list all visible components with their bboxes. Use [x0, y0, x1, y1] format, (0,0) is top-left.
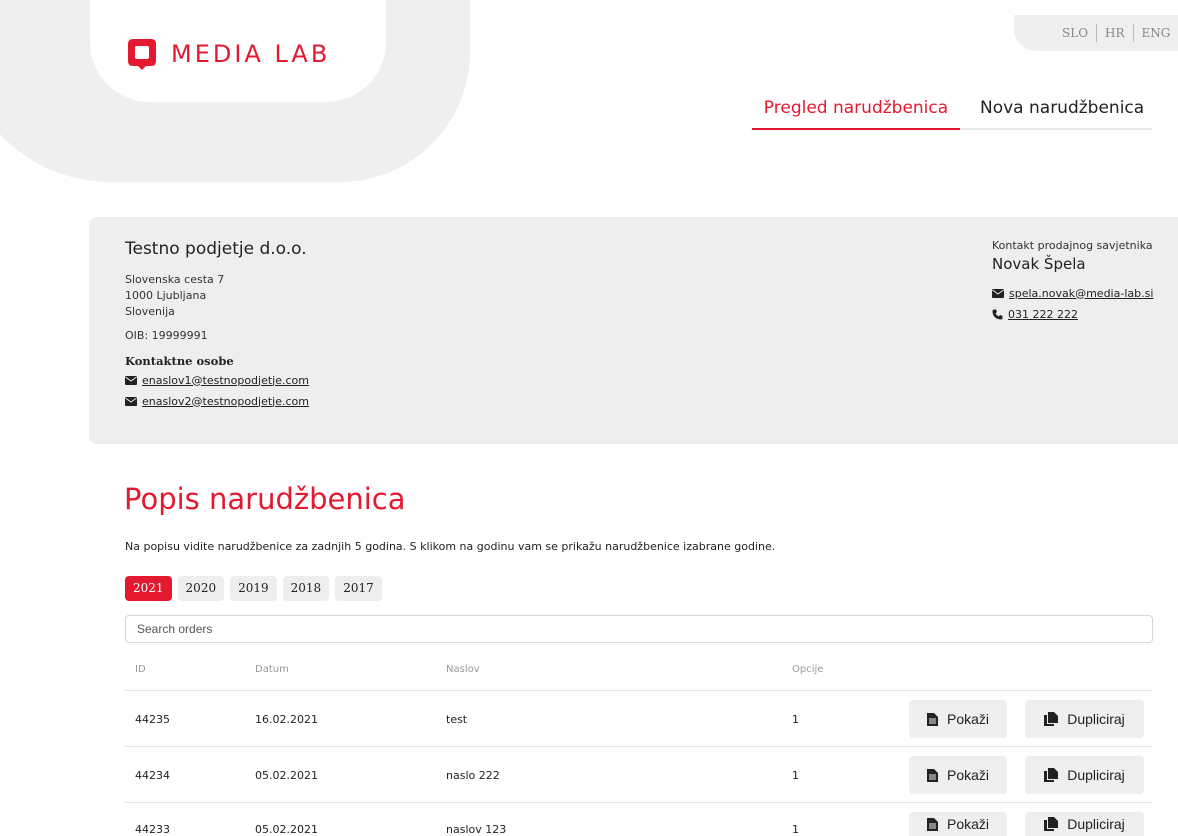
order-id: 44234 — [135, 769, 170, 782]
company-info-panel: Testno podjetje d.o.o. Slovenska cesta 7… — [89, 217, 1178, 444]
year-tab-2019[interactable]: 2019 — [230, 576, 277, 601]
duplicate-order-label: Dupliciraj — [1067, 816, 1125, 832]
advisor-label: Kontakt prodajnog savjetnika — [992, 239, 1153, 252]
show-order-label: Pokaži — [946, 767, 990, 783]
company-details: Testno podjetje d.o.o. Slovenska cesta 7… — [125, 239, 309, 410]
duplicate-order-button[interactable]: Dupliciraj — [1025, 812, 1144, 836]
language-switcher: SLO HR ENG — [1014, 15, 1178, 51]
order-options: 1 — [792, 769, 799, 782]
advisor-phone-link[interactable]: 031 222 222 — [992, 305, 1153, 323]
table-divider — [125, 746, 1153, 747]
page-title: Popis narudžbenica — [124, 482, 406, 516]
order-id: 44233 — [135, 823, 170, 836]
envelope-icon — [992, 288, 1004, 298]
company-oib: OIB: 19999991 — [125, 329, 208, 342]
contact-email-text: enaslov2@testnopodjetje.com — [142, 394, 309, 408]
year-tab-2017[interactable]: 2017 — [335, 576, 382, 601]
column-header-title: Naslov — [446, 664, 480, 675]
year-tab-2018[interactable]: 2018 — [282, 576, 330, 601]
address-line: Slovenska cesta 7 — [125, 273, 225, 286]
contact-email-link[interactable]: enaslov1@testnopodjetje.com — [125, 371, 309, 389]
lang-slo[interactable]: SLO — [1054, 26, 1096, 40]
lang-hr[interactable]: HR — [1097, 26, 1133, 40]
copy-icon — [1044, 768, 1059, 782]
year-filter: 2021 2020 2019 2018 2017 — [125, 576, 382, 601]
show-order-button[interactable]: Pokaži — [909, 700, 1007, 738]
duplicate-order-label: Dupliciraj — [1067, 711, 1125, 727]
tab-new-order[interactable]: Nova narudžbenica — [980, 98, 1144, 130]
order-date: 05.02.2021 — [255, 769, 318, 782]
duplicate-order-button[interactable]: Dupliciraj — [1025, 756, 1144, 794]
column-header-date: Datum — [255, 664, 289, 675]
order-date: 16.02.2021 — [255, 713, 318, 726]
phone-icon — [992, 309, 1003, 319]
duplicate-order-label: Dupliciraj — [1067, 767, 1125, 783]
address-line: Slovenija — [125, 305, 175, 318]
logo[interactable]: MEDIA LAB — [126, 37, 330, 71]
advisor-name: Novak Špela — [992, 255, 1086, 273]
envelope-icon — [125, 375, 137, 385]
document-icon — [926, 817, 938, 831]
lang-eng[interactable]: ENG — [1134, 26, 1178, 40]
document-icon — [926, 768, 938, 782]
show-order-button[interactable]: Pokaži — [909, 812, 1007, 836]
order-options: 1 — [792, 823, 799, 836]
main-nav: Pregled narudžbenica Nova narudžbenica — [752, 98, 1152, 130]
orders-description: Na popisu vidite narudžbenice za zadnjih… — [125, 540, 776, 553]
advisor-phone-text: 031 222 222 — [1008, 307, 1078, 321]
company-name: Testno podjetje d.o.o. — [125, 239, 307, 259]
column-header-id: ID — [135, 664, 146, 675]
column-header-options: Opcije — [792, 664, 824, 675]
table-divider — [125, 690, 1153, 691]
logo-text: MEDIA LAB — [171, 40, 331, 68]
year-tab-2021[interactable]: 2021 — [125, 576, 172, 601]
table-divider — [125, 802, 1153, 803]
order-title: test — [446, 713, 468, 726]
duplicate-order-button[interactable]: Dupliciraj — [1025, 700, 1144, 738]
address-line: 1000 Ljubljana — [125, 289, 207, 302]
logo-mark-icon — [128, 39, 156, 70]
order-id: 44235 — [135, 713, 170, 726]
copy-icon — [1044, 712, 1059, 726]
contact-email-text: enaslov1@testnopodjetje.com — [142, 373, 309, 387]
show-order-label: Pokaži — [946, 711, 990, 727]
tab-order-overview[interactable]: Pregled narudžbenica — [752, 98, 960, 130]
advisor-email-link[interactable]: spela.novak@media-lab.si — [992, 284, 1153, 302]
copy-icon — [1044, 817, 1059, 831]
order-options: 1 — [792, 713, 799, 726]
show-order-label: Pokaži — [946, 816, 990, 832]
advisor-email-text: spela.novak@media-lab.si — [1009, 286, 1154, 300]
sales-advisor: Kontakt prodajnog savjetnika Novak Špela… — [992, 239, 1153, 323]
year-tab-2020[interactable]: 2020 — [177, 576, 225, 601]
order-title: naslo 222 — [446, 769, 500, 782]
show-order-button[interactable]: Pokaži — [909, 756, 1007, 794]
search-orders-input[interactable] — [125, 615, 1153, 643]
contacts-title: Kontaktne osobe — [125, 354, 234, 368]
order-title: naslov 123 — [446, 823, 507, 836]
envelope-icon — [125, 396, 137, 406]
contact-email-link[interactable]: enaslov2@testnopodjetje.com — [125, 392, 309, 410]
document-icon — [926, 712, 938, 726]
order-date: 05.02.2021 — [255, 823, 318, 836]
